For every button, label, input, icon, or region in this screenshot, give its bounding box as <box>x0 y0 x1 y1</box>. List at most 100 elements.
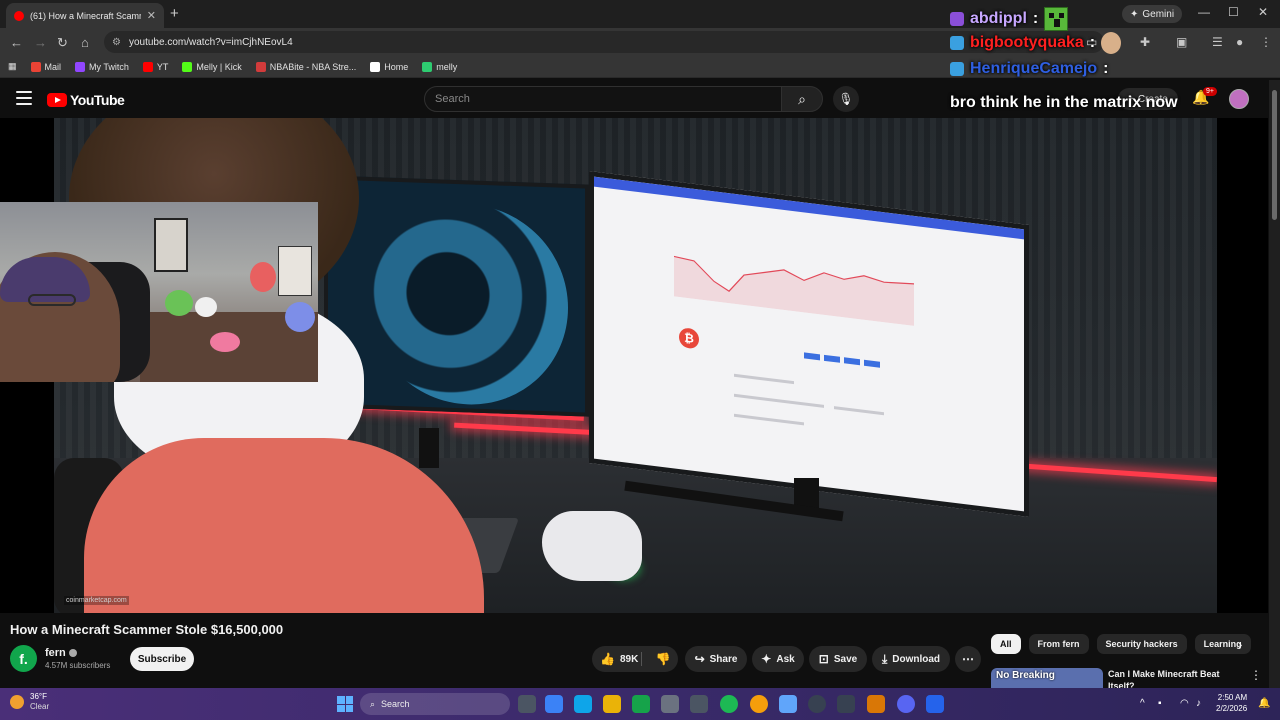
store-icon[interactable] <box>690 695 708 713</box>
video-player[interactable]: ₿ coinmarketcap.com <box>0 118 1268 613</box>
chat-username: HenriqueCamejo <box>970 60 1098 77</box>
subscribe-button[interactable]: Subscribe <box>130 647 194 671</box>
subscriber-badge-icon <box>950 36 964 50</box>
like-count: 89K <box>619 653 639 665</box>
x-icon <box>370 61 381 72</box>
chat-message: abdippl : <box>950 7 1250 31</box>
page-scrollbar[interactable] <box>1269 80 1280 690</box>
channel-name-row[interactable]: fern <box>45 647 77 659</box>
wifi-icon[interactable]: ◠ <box>1180 698 1189 709</box>
site-info-icon[interactable]: ⚙ <box>112 37 121 48</box>
tray-app-icon[interactable]: ▪ <box>1158 698 1162 709</box>
search-icon: ⌕ <box>798 90 806 107</box>
bookmark-melly[interactable]: melly <box>422 61 457 72</box>
photos-icon[interactable] <box>779 695 797 713</box>
windows-taskbar: 36°F Clear ⌕ Search ^ ▪ ◠ ♪ 2:50 AM 2/2/… <box>0 688 1280 720</box>
download-icon: ⤓ <box>881 651 888 666</box>
tab-title: (61) How a Minecraft Scammer Stole $16,5… <box>30 10 141 21</box>
task-view-icon[interactable] <box>518 695 536 713</box>
back-arrow-icon[interactable]: ← <box>10 35 23 50</box>
copilot-icon[interactable] <box>545 695 563 713</box>
save-button[interactable]: ⊡ Save <box>809 646 867 672</box>
melly-icon <box>422 61 433 72</box>
more-actions-button[interactable]: ⋯ <box>955 646 981 672</box>
share-arrow-icon: ↪ <box>694 652 705 666</box>
microphone-icon: 🎙 <box>838 92 854 106</box>
clock-time: 2:50 AM <box>1217 693 1248 702</box>
youtube-favicon-icon <box>14 10 24 21</box>
settings-icon[interactable] <box>661 695 679 713</box>
edge-icon[interactable] <box>574 695 592 713</box>
ask-button[interactable]: ✦ Ask <box>752 646 804 672</box>
tray-chevron-icon[interactable]: ^ <box>1140 698 1145 709</box>
xbox-icon[interactable] <box>632 695 650 713</box>
forward-arrow-icon[interactable]: → <box>34 35 47 50</box>
more-dots-icon: ⋯ <box>962 652 974 666</box>
weather-moon-icon <box>10 694 24 709</box>
dislike-button[interactable]: 👎 <box>648 646 678 672</box>
chevron-right-icon[interactable]: › <box>1238 637 1242 652</box>
bookmark-nbabite[interactable]: NBABite - NBA Stre... <box>255 61 356 72</box>
new-tab-button[interactable]: + <box>170 5 179 22</box>
subscriber-badge-icon <box>950 62 964 76</box>
app-icon[interactable] <box>926 695 944 713</box>
clock-date: 2/2/2026 <box>1216 704 1248 713</box>
search-button[interactable]: ⌕ <box>781 86 823 112</box>
spotify-icon[interactable] <box>720 695 738 713</box>
bookmark-home[interactable]: Home <box>370 61 408 72</box>
tab-close-icon[interactable]: ✕ <box>147 9 156 22</box>
nbabite-icon <box>255 61 266 72</box>
bookmark-melly-kick[interactable]: Melly | Kick <box>182 61 242 72</box>
windows-start-icon[interactable] <box>337 696 353 712</box>
recommended-video-thumbnail[interactable]: No Breaking <box>991 668 1103 690</box>
subscriber-badge-icon <box>950 12 964 26</box>
voice-search-button[interactable]: 🎙 <box>833 86 859 112</box>
stream-chat-overlay: abdippl : bigbootyquaka : HenriqueCamejo… <box>950 7 1250 117</box>
bookmark-yt[interactable]: YT <box>142 61 168 72</box>
gmail-icon <box>30 61 41 72</box>
chip-all[interactable]: All <box>991 634 1021 654</box>
more-vert-icon[interactable]: ⋮ <box>1250 668 1262 682</box>
taskbar-search-label: Search <box>381 699 410 709</box>
kick-icon <box>182 61 193 72</box>
taskbar-search[interactable]: ⌕ Search <box>360 693 510 715</box>
url-text: youtube.com/watch?v=imCjhNEovL4 <box>128 36 293 48</box>
notification-center-icon[interactable]: 🔔 <box>1258 698 1270 709</box>
home-icon[interactable]: ⌂ <box>81 35 89 50</box>
download-button[interactable]: ⤓ Download <box>872 646 950 672</box>
apps-grid-icon[interactable]: ▦ <box>8 61 17 72</box>
search-input[interactable]: Search <box>424 86 782 112</box>
browser-tab-active[interactable]: (61) How a Minecraft Scammer Stole $16,5… <box>6 3 164 28</box>
thumbs-up-icon: 👍 <box>600 652 615 666</box>
like-dislike-divider <box>641 652 642 666</box>
discord-icon[interactable] <box>897 695 915 713</box>
share-button[interactable]: ↪ Share <box>685 646 747 672</box>
channel-avatar[interactable]: f. <box>10 645 37 672</box>
verified-check-icon <box>68 649 77 658</box>
minecraft-icon[interactable] <box>867 695 885 713</box>
browser-menu-icon[interactable]: ⋮ <box>1260 35 1272 49</box>
close-window-button[interactable]: ✕ <box>1258 5 1268 19</box>
bookmark-icon: ⊡ <box>818 652 829 666</box>
thumbs-down-icon: 👎 <box>655 652 671 666</box>
chip-security-hackers[interactable]: Security hackers <box>1096 634 1187 654</box>
file-explorer-icon[interactable] <box>603 695 621 713</box>
bookmark-mail[interactable]: Mail <box>30 61 61 72</box>
video-watermark: coinmarketcap.com <box>64 596 129 605</box>
menu-icon[interactable] <box>16 91 32 105</box>
reload-icon[interactable]: ↻ <box>57 35 68 51</box>
channel-name[interactable]: fern <box>45 647 66 659</box>
weather-widget[interactable]: 36°F Clear <box>10 692 49 711</box>
system-clock[interactable]: 2:50 AM 2/2/2026 <box>1216 692 1247 714</box>
chat-message: HenriqueCamejo : bro think he in the mat… <box>950 55 1250 117</box>
streamer-webcam-overlay <box>0 202 318 382</box>
app-icon[interactable] <box>837 695 855 713</box>
volume-icon[interactable]: ♪ <box>1196 698 1201 709</box>
chat-message: bigbootyquaka : <box>950 31 1250 55</box>
bookmark-my-twitch[interactable]: My Twitch <box>75 61 129 72</box>
chrome-icon[interactable] <box>750 695 768 713</box>
media-player-icon[interactable] <box>808 695 826 713</box>
chip-from-fern[interactable]: From fern <box>1028 634 1089 654</box>
youtube-logo[interactable]: YouTube <box>47 92 125 108</box>
recommendation-filter-chips: All From fern Security hackers Learning <box>991 634 1251 654</box>
